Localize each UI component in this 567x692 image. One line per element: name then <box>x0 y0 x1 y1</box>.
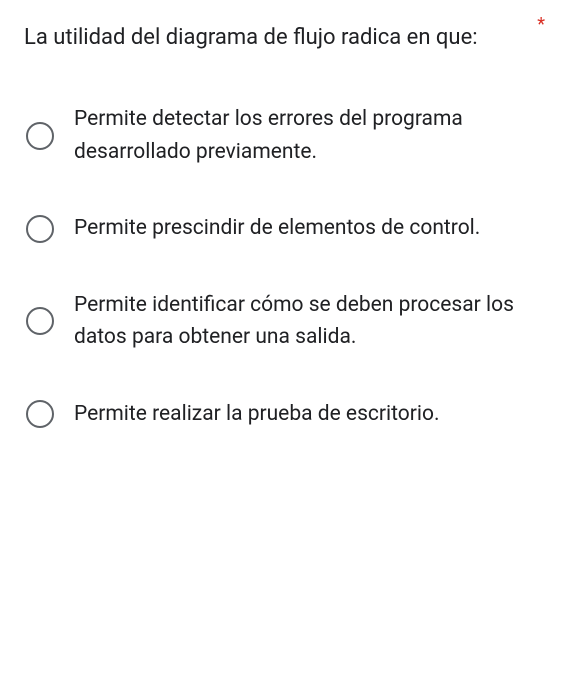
radio-icon[interactable] <box>26 215 54 243</box>
question-container: La utilidad del diagrama de flujo radica… <box>24 20 543 55</box>
radio-icon[interactable] <box>26 307 54 335</box>
required-marker-icon: * <box>537 16 545 34</box>
options-list: Permite detectar los errores del program… <box>24 103 543 430</box>
option-row[interactable]: Permite realizar la prueba de escritorio… <box>26 398 543 431</box>
option-row[interactable]: Permite detectar los errores del program… <box>26 103 543 168</box>
option-label: Permite detectar los errores del program… <box>74 103 543 168</box>
option-row[interactable]: Permite prescindir de elementos de contr… <box>26 212 543 245</box>
option-label: Permite identificar cómo se deben proces… <box>74 289 543 354</box>
radio-icon[interactable] <box>26 400 54 428</box>
radio-icon[interactable] <box>26 122 54 150</box>
option-label: Permite prescindir de elementos de contr… <box>74 212 543 245</box>
question-text: La utilidad del diagrama de flujo radica… <box>24 20 543 55</box>
option-row[interactable]: Permite identificar cómo se deben proces… <box>26 289 543 354</box>
option-label: Permite realizar la prueba de escritorio… <box>74 398 543 431</box>
